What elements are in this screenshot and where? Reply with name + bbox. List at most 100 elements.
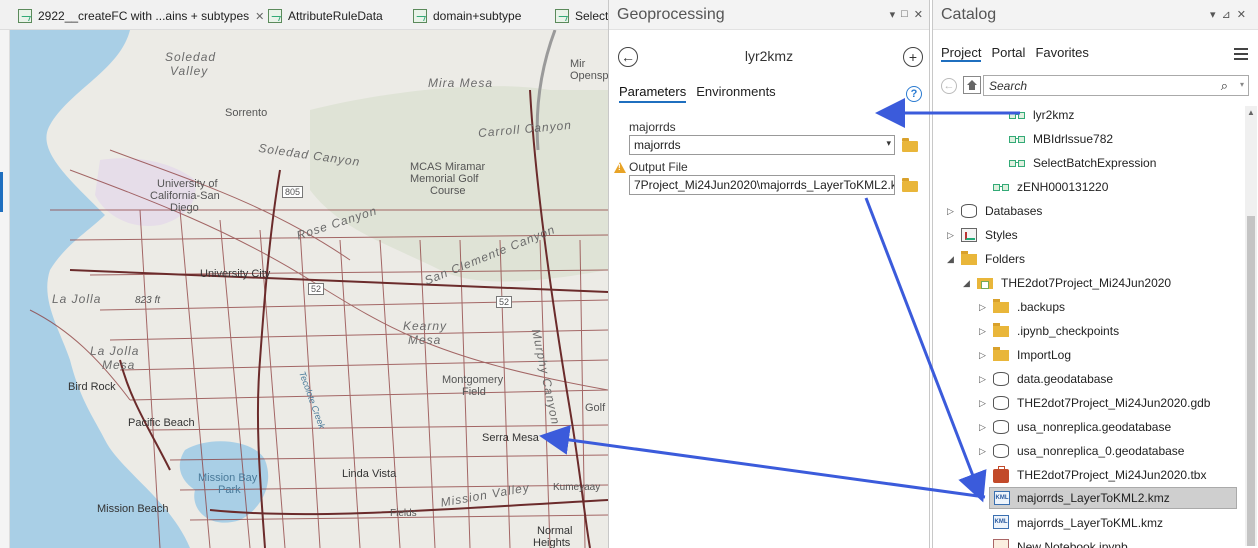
tree-item-label: majorrds_LayerToKML.kmz [1017,516,1164,530]
tab-label: SelectT [575,9,608,23]
tree-item-styles[interactable]: ▷ Styles [933,224,1243,246]
maximize-icon[interactable]: □ [901,8,908,21]
route-shield: 805 [282,186,304,198]
catalog-pane: Catalog ▾ ⊿ ✕ Project Portal Favorites ←… [932,0,1258,548]
expand-icon[interactable]: ▷ [979,302,986,313]
tab-domain-subtype[interactable]: domain+subtype [413,7,521,25]
tree-item-folders[interactable]: ◢ Folders [933,248,1243,270]
help-icon[interactable]: ? [906,86,922,102]
layer-dropdown[interactable]: majorrds ▾ [629,135,895,155]
tab-createfc[interactable]: 2922__createFC with ...ains + subtypes ✕ [18,7,264,25]
tab-portal[interactable]: Portal [991,45,1025,62]
expand-icon[interactable]: ▷ [979,470,986,481]
map-view[interactable]: Soledad Valley Sorrento Mira Mesa Carrol… [10,30,608,548]
model-icon [993,180,1009,194]
tree-item-label: .backups [1017,300,1066,314]
pane-title: Catalog [941,5,997,23]
tree-item-kmz-selected[interactable]: KML majorrds_LayerToKML2.kmz [989,487,1237,509]
tree-item-usa-nonreplica[interactable]: ▷ usa_nonreplica.geodatabase [933,416,1243,438]
tree-item-zenh000131220[interactable]: zENH000131220 [933,176,1243,198]
map-label: Opensp [570,70,608,82]
tab-environments[interactable]: Environments [696,84,775,103]
collapse-icon[interactable]: ◢ [947,254,954,265]
tab-favorites[interactable]: Favorites [1035,45,1088,62]
browse-folder-icon[interactable] [902,138,918,152]
tree-item-data-geodatabase[interactable]: ▷ data.geodatabase [933,368,1243,390]
map-label: Bird Rock [68,381,116,393]
collapse-icon[interactable]: ◢ [963,278,970,289]
scrollbar-thumb[interactable] [1247,216,1255,546]
tree-item-kmz[interactable]: KML majorrds_LayerToKML.kmz [933,512,1243,534]
expand-icon[interactable]: ▷ [979,350,986,361]
tree-item-ipynb-checkpoints[interactable]: ▷ .ipynb_checkpoints [933,320,1243,342]
folder-icon [993,299,1009,313]
tree-item-mbidrlssue782[interactable]: MBIdrlssue782 [933,128,1243,150]
tree-item-databases[interactable]: ▷ Databases [933,200,1243,222]
toolbox-icon [993,466,1009,483]
add-icon[interactable]: + [903,47,923,67]
expand-icon[interactable]: ▷ [979,446,986,457]
tab-project[interactable]: Project [941,45,982,62]
pin-icon[interactable]: ⊿ [1222,8,1231,21]
database-icon [993,420,1009,434]
expand-icon[interactable]: ▷ [979,398,986,409]
tree-item-label: Styles [985,228,1018,242]
output-file-input[interactable]: 7Project_Mi24Jun2020\majorrds_LayerToKML… [629,175,895,195]
tab-parameters[interactable]: Parameters [619,84,687,103]
pane-options-icon[interactable]: ▾ [890,8,896,21]
tree-item-backups[interactable]: ▷ .backups [933,296,1243,318]
param-label: Output File [629,160,688,174]
map-label: Linda Vista [342,468,397,480]
catalog-search-input[interactable]: Search ⌕ ▾ [983,75,1249,96]
scroll-up-icon[interactable]: ▲ [1247,108,1255,117]
map-label: Heights [533,537,571,548]
expand-icon[interactable]: ▷ [979,374,986,385]
close-icon[interactable]: ✕ [255,10,264,23]
expand-icon[interactable]: ▷ [979,326,986,337]
expand-icon[interactable]: ▷ [979,422,986,433]
tab-select[interactable]: SelectT [555,7,608,25]
route-shield: 52 [308,283,325,295]
map-label: Fields [390,508,417,519]
map-label: Mission Beach [97,503,169,515]
browse-folder-icon[interactable] [902,178,918,192]
map-icon [18,9,32,23]
database-icon [993,444,1009,458]
map-label: Diego [170,202,199,214]
menu-icon[interactable] [1234,48,1248,60]
tree-item-importlog[interactable]: ▷ ImportLog [933,344,1243,366]
pane-options-icon[interactable]: ▾ [1210,8,1216,21]
home-icon[interactable] [963,76,981,94]
param-label: majorrds [629,120,676,134]
map-label: University City [200,268,271,280]
map-label: Mir [570,58,586,70]
tree-item-project-gdb[interactable]: ▷ THE2dot7Project_Mi24Jun2020.gdb [933,392,1243,414]
back-arrow-icon[interactable]: ← [941,78,957,94]
tab-attributeruledata[interactable]: AttributeRuleData [268,7,383,25]
search-placeholder: Search [989,79,1028,93]
tree-item-selectbatchexpression[interactable]: SelectBatchExpression [933,152,1243,174]
output-file-value: 7Project_Mi24Jun2020\majorrds_LayerToKML… [634,178,895,192]
tree-item-usa-nonreplica-0[interactable]: ▷ usa_nonreplica_0.geodatabase [933,440,1243,462]
map-label: Mission Bay [198,472,258,484]
folder-icon [961,251,977,265]
map-label: Kearny [403,319,448,333]
tree-item-notebook[interactable]: New Notebook.ipynb [933,536,1243,548]
expand-icon[interactable]: ▷ [947,206,954,217]
search-icon[interactable]: ⌕ [1221,78,1228,94]
vertical-scrollbar[interactable]: ▲ [1245,106,1257,546]
database-folder-icon [961,204,977,218]
tree-item-toolbox[interactable]: ▷ THE2dot7Project_Mi24Jun2020.tbx [933,464,1243,486]
close-icon[interactable]: ✕ [914,8,923,21]
chevron-down-icon[interactable]: ▾ [886,138,891,149]
tree-item-label: MBIdrlssue782 [1033,132,1114,146]
project-folder-icon [977,278,993,289]
tree-item-lyr2kmz[interactable]: lyr2kmz [933,104,1243,126]
tree-item-project-folder[interactable]: ◢ THE2dot7Project_Mi24Jun2020 [933,272,1243,294]
expand-icon[interactable]: ▷ [947,230,954,241]
close-icon[interactable]: ✕ [1237,8,1246,21]
chevron-down-icon[interactable]: ▾ [1240,80,1244,89]
map-icon [413,9,427,23]
tool-header: ← lyr2kmz + [609,44,929,70]
folder-icon [993,347,1009,361]
